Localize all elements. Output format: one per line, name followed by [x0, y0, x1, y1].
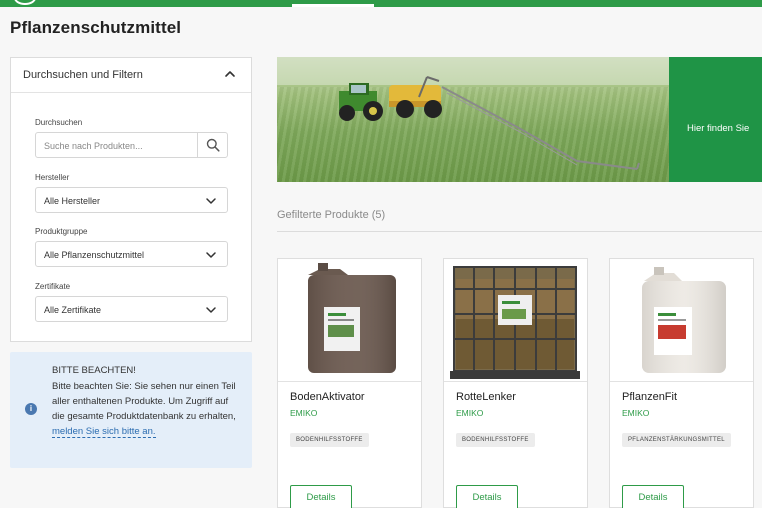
- product-card[interactable]: PflanzenFit EMIKO PFLANZENSTÄRKUNGSMITTE…: [609, 258, 754, 508]
- chevron-down-icon: [206, 307, 216, 313]
- filter-panel-header[interactable]: Durchsuchen und Filtern: [11, 58, 251, 93]
- product-name[interactable]: BodenAktivator: [290, 391, 365, 403]
- product-category-tag: BODENHILFSSTOFFE: [290, 433, 369, 447]
- product-card[interactable]: BodenAktivator EMIKO BODENHILFSSTOFFE De…: [277, 258, 422, 508]
- banner-text-panel: Hier finden Sie: [669, 57, 762, 182]
- banner-image: [277, 57, 669, 182]
- manufacturer-label: Hersteller: [35, 173, 70, 182]
- section-divider: [277, 231, 762, 232]
- certificates-select[interactable]: Alle Zertifikate: [35, 296, 228, 322]
- product-image[interactable]: [610, 259, 753, 382]
- product-brand[interactable]: EMIKO: [290, 408, 317, 418]
- product-card[interactable]: RotteLenker EMIKO BODENHILFSSTOFFE Detai…: [443, 258, 588, 508]
- certificates-value: Alle Zertifikate: [44, 305, 102, 315]
- product-brand[interactable]: EMIKO: [456, 408, 483, 418]
- chevron-down-icon: [206, 252, 216, 258]
- login-link[interactable]: melden Sie sich bitte an.: [52, 426, 156, 438]
- product-group-value: Alle Pflanzenschutzmittel: [44, 250, 145, 260]
- manufacturer-value: Alle Hersteller: [44, 196, 101, 206]
- tractor-sprayer-illustration: [277, 57, 669, 170]
- search-icon: [206, 138, 220, 152]
- product-brand[interactable]: EMIKO: [622, 408, 649, 418]
- logo[interactable]: [14, 0, 36, 5]
- hero-banner: Hier finden Sie: [277, 57, 762, 182]
- chevron-up-icon[interactable]: [223, 67, 237, 81]
- search-input[interactable]: Suche nach Produkten...: [35, 132, 228, 158]
- details-button[interactable]: Details: [622, 485, 684, 508]
- nav-active-indicator: [292, 4, 374, 7]
- product-group-label: Produktgruppe: [35, 227, 88, 236]
- product-image[interactable]: [444, 259, 587, 382]
- filter-panel: Durchsuchen und Filtern Durchsuchen Such…: [10, 57, 252, 342]
- canister-white-image: [642, 267, 726, 373]
- notice-body-text: Bitte beachten Sie: Sie sehen nur einen …: [52, 381, 236, 422]
- info-icon: i: [25, 403, 37, 415]
- product-category-tag: BODENHILFSSTOFFE: [456, 433, 535, 447]
- product-name[interactable]: RotteLenker: [456, 391, 516, 403]
- manufacturer-select[interactable]: Alle Hersteller: [35, 187, 228, 213]
- search-button[interactable]: [197, 133, 227, 157]
- top-nav-bar: [0, 0, 762, 7]
- notice-body: Bitte beachten Sie: Sie sehen nur einen …: [52, 379, 242, 439]
- canister-dark-image: [308, 263, 396, 373]
- ibc-container-image: [450, 266, 580, 379]
- page-title: Pflanzenschutzmittel: [10, 18, 182, 37]
- chevron-down-icon: [206, 198, 216, 204]
- filter-panel-title: Durchsuchen und Filtern: [23, 69, 143, 81]
- search-label: Durchsuchen: [35, 118, 83, 127]
- details-button[interactable]: Details: [290, 485, 352, 508]
- certificates-label: Zertifikate: [35, 282, 71, 291]
- product-category-tag: PFLANZENSTÄRKUNGSMITTEL: [622, 433, 731, 447]
- notice-box: i BITTE BEACHTEN! Bitte beachten Sie: Si…: [10, 352, 252, 468]
- banner-text: Hier finden Sie: [687, 123, 750, 134]
- details-button[interactable]: Details: [456, 485, 518, 508]
- product-group-select[interactable]: Alle Pflanzenschutzmittel: [35, 241, 228, 267]
- product-image[interactable]: [278, 259, 421, 382]
- notice-heading: BITTE BEACHTEN!: [52, 365, 136, 376]
- filtered-products-label: Gefilterte Produkte (5): [277, 209, 386, 221]
- product-name[interactable]: PflanzenFit: [622, 391, 677, 403]
- search-placeholder: Suche nach Produkten...: [44, 141, 143, 151]
